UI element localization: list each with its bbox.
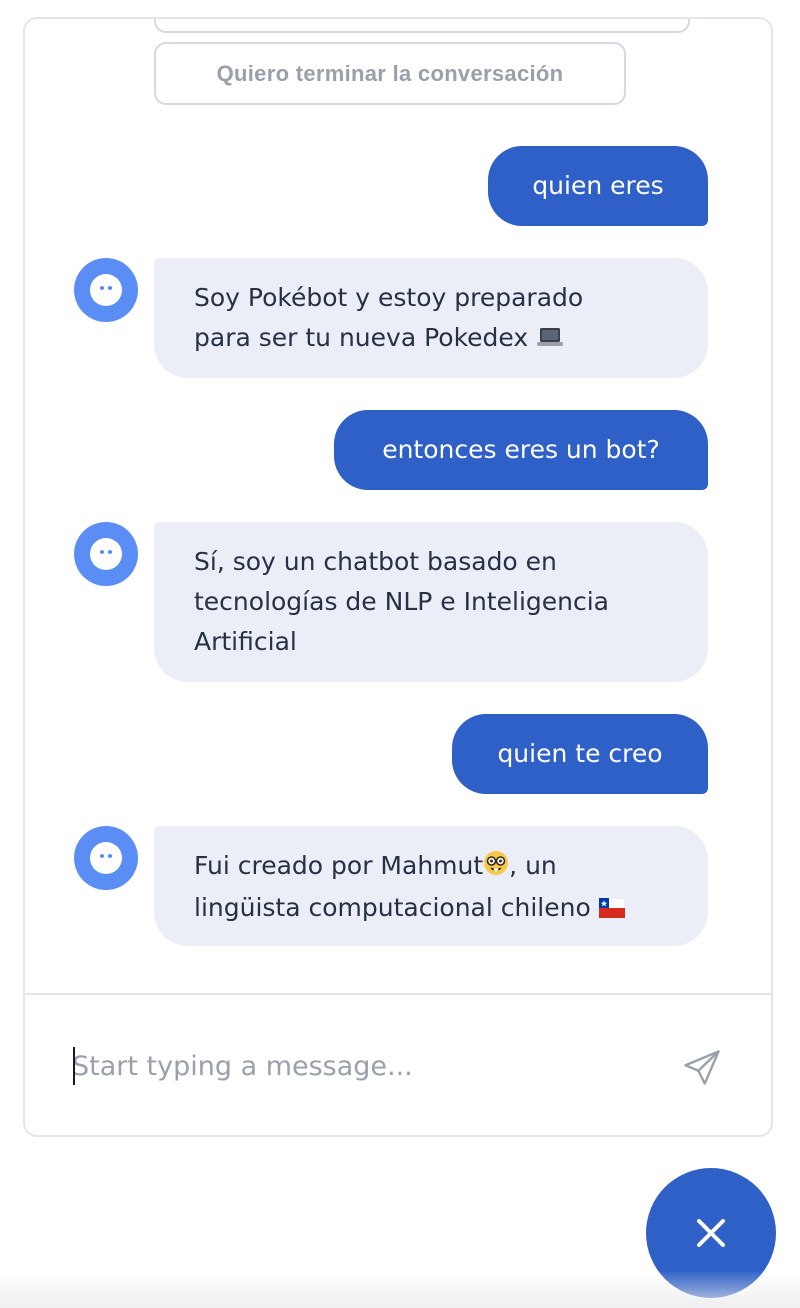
chat-widget: Quiero terminar la conversación quien er…: [23, 17, 773, 1137]
bot-avatar-icon: [74, 522, 138, 586]
message-line: Soy Pokébot y estoy preparado: [194, 283, 584, 312]
message-input[interactable]: [72, 1041, 632, 1091]
close-icon: [697, 1219, 725, 1247]
message-line: para ser tu nueva Pokedex: [194, 318, 668, 360]
text-caret: [73, 1047, 75, 1085]
bot-avatar-icon: [74, 826, 138, 890]
message-line: Sí, soy un chatbot basado en: [194, 547, 557, 576]
bot-message: Sí, soy un chatbot basado en tecnologías…: [154, 522, 708, 682]
composer-divider: [25, 993, 771, 995]
user-message: quien te creo: [452, 714, 708, 794]
bot-avatar-icon: [74, 258, 138, 322]
message-line: Artificial: [194, 627, 297, 656]
page-bottom-shadow: [0, 1270, 800, 1308]
nerd-face-emoji-icon: [483, 848, 509, 888]
message-line: Fui creado por Mahmut, un: [194, 846, 668, 888]
bot-message: Fui creado por Mahmut, un lingüista comp…: [154, 826, 708, 946]
user-message: entonces eres un bot?: [334, 410, 708, 490]
user-message: quien eres: [488, 146, 708, 226]
previous-option-button[interactable]: [154, 19, 690, 33]
end-conversation-option-button[interactable]: Quiero terminar la conversación: [154, 42, 626, 105]
bot-message: Soy Pokébot y estoy preparado para ser t…: [154, 258, 708, 378]
send-icon[interactable]: [680, 1046, 724, 1090]
laptop-emoji-icon: [536, 320, 564, 360]
message-line: tecnologías de NLP e Inteligencia: [194, 587, 609, 616]
message-line: lingüista computacional chileno: [194, 888, 668, 930]
chile-flag-emoji-icon: [598, 890, 626, 930]
